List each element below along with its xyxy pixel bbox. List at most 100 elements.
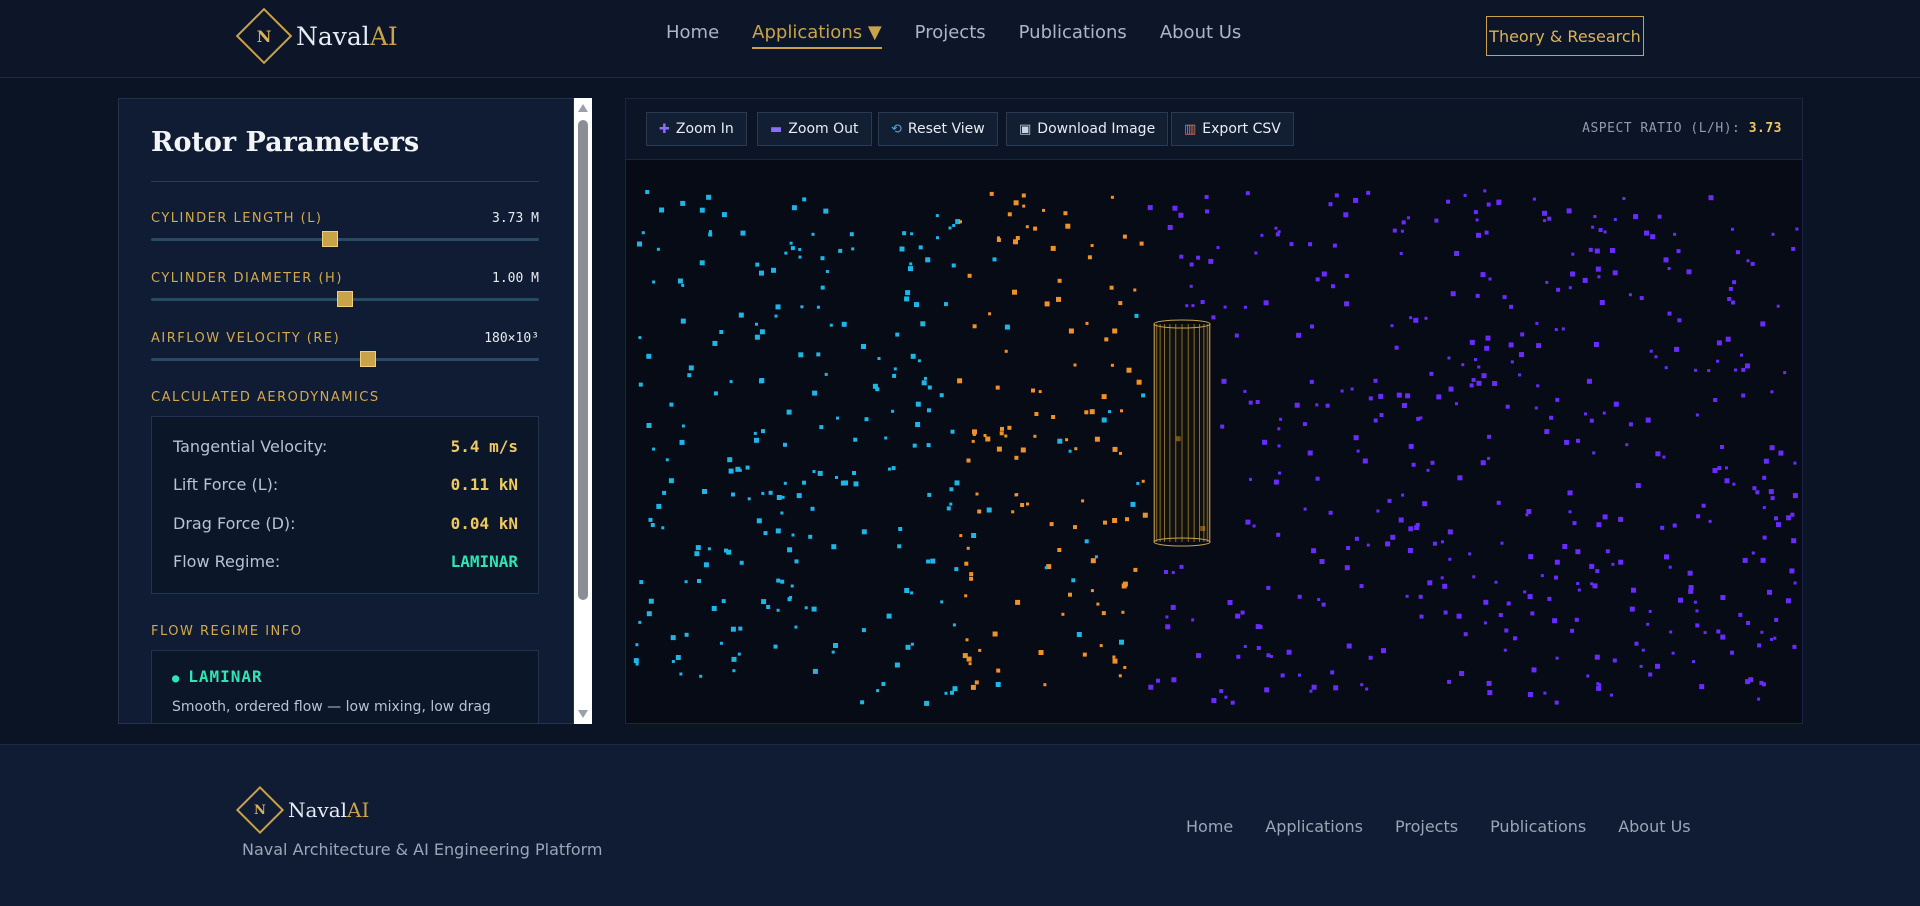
footer-logo[interactable]: N NavalAI	[234, 785, 369, 835]
flow-particle	[1139, 241, 1144, 246]
nav-projects[interactable]: Projects	[915, 22, 986, 49]
flow-particle	[738, 626, 743, 631]
flow-particle	[930, 558, 936, 564]
flow-particle	[1586, 378, 1592, 384]
footer-link-home[interactable]: Home	[1186, 817, 1233, 836]
flow-particle	[1791, 246, 1796, 251]
nav-home[interactable]: Home	[666, 22, 719, 49]
footer-nav: Home Applications Projects Publications …	[1186, 817, 1723, 836]
flow-particle	[1746, 259, 1750, 263]
flow-particle	[662, 490, 667, 495]
slider-thumb-diameter[interactable]	[337, 291, 353, 307]
flow-particle	[1419, 614, 1424, 619]
flow-particle	[1073, 525, 1077, 530]
flow-particle	[1252, 524, 1256, 528]
flow-particle	[1554, 328, 1558, 332]
reset-icon: ⟲	[891, 121, 902, 137]
export-csv-button[interactable]: ▥ Export CSV	[1171, 112, 1294, 146]
flow-particle	[1236, 654, 1241, 659]
brand-logo[interactable]: N NavalAI	[234, 7, 398, 65]
panel-scrollbar[interactable]	[574, 98, 592, 724]
flow-particle	[1795, 227, 1799, 231]
flow-particle	[1123, 666, 1127, 669]
flow-particle	[1049, 522, 1054, 527]
flow-particle	[670, 635, 676, 641]
flow-particle	[1112, 655, 1116, 659]
slider-thumb-velocity[interactable]	[360, 351, 376, 367]
slider-thumb-length[interactable]	[322, 231, 338, 247]
nav-about-us[interactable]: About Us	[1160, 22, 1242, 49]
main-nav: Home Applications ▼ Projects Publication…	[666, 22, 1274, 49]
flow-particle	[968, 662, 972, 666]
flow-particle	[972, 324, 977, 329]
flow-particle	[1592, 583, 1598, 589]
flow-particle	[804, 606, 808, 610]
footer-link-about-us[interactable]: About Us	[1618, 817, 1690, 836]
flow-particle	[780, 579, 785, 584]
flow-particle	[999, 431, 1004, 436]
flow-particle	[985, 436, 991, 442]
flow-particle	[1484, 230, 1489, 235]
scroll-up-icon[interactable]	[578, 104, 588, 112]
flow-particle	[966, 458, 971, 463]
viewer-toolbar: ✚ Zoom In ▬ Zoom Out ⟲ Reset View ▣ Download…	[626, 99, 1802, 160]
flow-particle	[1208, 258, 1214, 264]
flow-particle	[1759, 680, 1764, 685]
flow-particle	[1004, 324, 1010, 330]
scroll-thumb[interactable]	[578, 120, 588, 600]
flow-particle	[886, 613, 892, 619]
footer-link-applications[interactable]: Applications	[1265, 817, 1363, 836]
flow-particle	[1527, 594, 1533, 600]
flow-particle	[1378, 393, 1384, 399]
flow-particle	[1219, 689, 1224, 694]
flow-particle	[1025, 225, 1029, 229]
flow-particle	[1545, 280, 1549, 284]
flow-particle	[1762, 535, 1767, 540]
flow-particle	[1366, 190, 1371, 195]
reset-view-button[interactable]: ⟲ Reset View	[878, 112, 998, 146]
flow-particle	[1266, 585, 1271, 590]
flow-particle	[1108, 410, 1111, 414]
flow-particle	[908, 266, 913, 272]
flow-particle	[1063, 211, 1068, 216]
flow-particle	[776, 578, 781, 583]
flow-particle	[1786, 515, 1792, 521]
flow-particle	[1778, 450, 1784, 456]
flow-particle	[970, 684, 976, 690]
flow-particle	[1026, 502, 1029, 506]
nav-applications[interactable]: Applications ▼	[752, 22, 882, 49]
flow-particle	[996, 446, 1002, 452]
slider-length[interactable]	[151, 231, 539, 247]
flow-particle	[729, 380, 733, 384]
flow-particle	[852, 471, 856, 475]
flow-particle	[798, 248, 802, 251]
zoom-out-button[interactable]: ▬ Zoom Out	[757, 112, 872, 146]
flow-particle	[1448, 386, 1454, 392]
slider-diameter[interactable]	[151, 291, 539, 307]
flow-visualization[interactable]	[626, 159, 1802, 723]
zoom-in-button[interactable]: ✚ Zoom In	[646, 112, 747, 146]
flow-particle	[1230, 700, 1235, 705]
flow-particle	[1000, 426, 1004, 431]
flow-particle	[1014, 455, 1019, 460]
flow-particle	[1401, 220, 1406, 225]
scroll-down-icon[interactable]	[578, 710, 588, 718]
nav-publications[interactable]: Publications	[1019, 22, 1127, 49]
download-image-button[interactable]: ▣ Download Image	[1006, 112, 1169, 146]
theory-research-button[interactable]: Theory & Research	[1486, 16, 1644, 56]
flow-particle	[719, 330, 724, 334]
flow-particle	[924, 700, 930, 706]
flow-particle	[1526, 509, 1532, 514]
footer-link-projects[interactable]: Projects	[1395, 817, 1458, 836]
flow-particle	[897, 544, 902, 549]
flow-particle	[1727, 297, 1732, 301]
flow-particle	[1542, 210, 1547, 216]
flow-particle	[783, 442, 787, 447]
slider-velocity[interactable]	[151, 351, 539, 367]
flow-particle	[966, 656, 972, 662]
flow-particle	[775, 304, 781, 310]
footer-link-publications[interactable]: Publications	[1490, 817, 1586, 836]
flow-particle	[1774, 617, 1779, 622]
flow-particle	[637, 241, 642, 247]
flow-particle	[1599, 300, 1605, 305]
